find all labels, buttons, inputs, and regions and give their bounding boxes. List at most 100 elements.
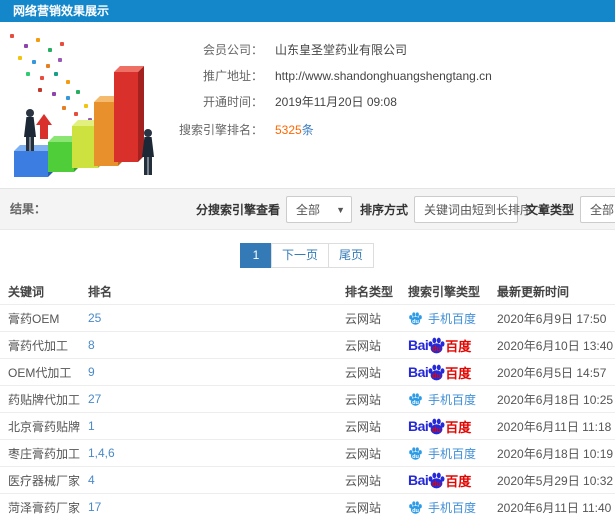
baidu-logo: Bai du 百度 [408,417,489,436]
engine-rank-row: 搜索引擎排名： 5325条 [168,120,608,140]
rank-type-cell: 云网站 [345,311,382,326]
baidu-logo: Bai du 百度 [408,363,489,382]
baidu-logo-bai: Bai [408,418,429,434]
engine-cell: Bai du 百度 [400,417,489,436]
keyword-cell: 北京膏药贴牌 [8,419,80,434]
pagination: 1 下一页 尾页 [0,243,615,268]
filter-bar: 结果： 分搜索引擎查看 全部 ▼ 排序方式 关键词由短到长排序 ▼ 文章类型 全… [0,188,615,230]
mobile-baidu-label: 手机百度 [428,500,477,515]
mobile-baidu-badge: du 手机百度 [408,310,489,327]
baidu-logo: Bai du 百度 [408,336,489,355]
baidu-logo-cn: 百度 [445,419,472,435]
engine-rank-count: 5325 [275,123,302,137]
mobile-baidu-label: 手机百度 [428,446,477,461]
svg-text:du: du [412,318,419,324]
engine-cell: du 手机百度 [400,391,489,408]
chart-bar-blue [14,151,48,177]
rank-link[interactable]: 1 [88,419,95,433]
chart-bar-red [114,72,138,162]
rank-link[interactable]: 8 [88,338,95,352]
table-row: 菏泽膏药厂家 17 云网站 du 手机百度 2020年6月11日 11:40 [0,493,615,520]
keyword-cell: 膏药代加工 [8,338,69,353]
next-page-button[interactable]: 下一页 [270,243,329,268]
rank-type-cell: 云网站 [345,500,382,515]
keyword-cell: 枣庄膏药加工 [8,446,80,461]
baidu-paw-icon: du [428,418,445,434]
update-time-cell: 2020年6月9日 17:50 [497,311,607,326]
baidu-logo-cn: 百度 [445,473,472,489]
svg-text:du: du [432,372,441,380]
businessman-figure-right [140,129,156,175]
svg-text:du: du [412,507,419,513]
svg-text:du: du [432,345,441,353]
baidu-paw-icon: du [428,364,445,380]
result-label: 结果： [10,202,47,216]
keyword-cell: 药贴牌代加工 [8,392,80,407]
col-header-rank: 排名 [88,284,113,299]
table-header-row: 关键词 排名 排名类型 搜索引擎类型 最新更新时间 [0,278,615,304]
baidu-logo-bai: Bai [408,337,429,353]
open-time-value: 2019年11月20日 09:08 [275,95,397,109]
rank-link[interactable]: 17 [88,500,101,514]
rank-link[interactable]: 27 [88,392,101,406]
article-type-value: 全部 [590,203,615,217]
businessman-figure-left [22,109,38,151]
rank-link[interactable]: 25 [88,311,101,325]
mobile-baidu-badge: du 手机百度 [408,499,489,516]
rank-link[interactable]: 1,4,6 [88,446,115,460]
rank-link[interactable]: 9 [88,365,95,379]
company-link[interactable]: 山东皇圣堂药业有限公司 [275,43,407,57]
baidu-paw-icon: du [409,392,422,405]
table-row: 枣庄膏药加工 1,4,6 云网站 du 手机百度 2020年6月18日 10:19 [0,439,615,466]
page-1-button[interactable]: 1 [239,243,272,268]
engine-cell: Bai du 百度 [400,471,489,490]
last-page-button[interactable]: 尾页 [328,243,375,268]
engine-cell: Bai du 百度 [400,336,489,355]
engine-rank-label: 搜索引擎排名： [178,123,263,137]
keyword-cell: 菏泽膏药厂家 [8,500,80,515]
baidu-paw-icon: du [428,337,445,353]
engine-cell: Bai du 百度 [400,363,489,382]
svg-text:du: du [432,426,441,434]
col-header-engine-type: 搜索引擎类型 [408,284,481,299]
keyword-cell: 医疗器械厂家 [8,473,80,488]
table-row: 北京膏药贴牌 1 云网站 Bai du 百度 2020年6月11日 11:18 [0,412,615,439]
svg-text:du: du [412,399,419,405]
table-body: 膏药OEM 25 云网站 du 手机百度 2020年6月9日 17:50 膏药代加工 8 云… [0,304,615,520]
article-type-select[interactable]: 全部 ▼ [580,196,615,223]
promo-url-label: 推广地址： [202,69,263,83]
chart-bar-green [48,142,74,172]
rank-type-cell: 云网站 [345,419,382,434]
baidu-logo: Bai du 百度 [408,471,489,490]
table-row: 膏药OEM 25 云网站 du 手机百度 2020年6月9日 17:50 [0,304,615,331]
results-table: 关键词 排名 排名类型 搜索引擎类型 最新更新时间 膏药OEM 25 云网站 du … [0,278,615,520]
engine-cell: du 手机百度 [400,499,489,516]
article-type-label: 文章类型 [526,203,575,217]
up-arrow-decoration [36,114,52,139]
col-header-keyword: 关键词 [8,284,45,299]
rank-link[interactable]: 4 [88,473,95,487]
sort-filter-select[interactable]: 关键词由短到长排序 ▼ [414,196,547,223]
mobile-baidu-label: 手机百度 [428,392,477,407]
bar-chart-illustration [2,32,172,187]
keyword-cell: OEM代加工 [8,365,72,380]
table-row: 膏药代加工 8 云网站 Bai du 百度 2020年6月10日 13:40 [0,331,615,358]
promo-url-link[interactable]: http://www.shandonghuangshengtang.cn [275,69,492,83]
col-header-update-time: 最新更新时间 [497,284,570,299]
rank-type-cell: 云网站 [345,446,382,461]
rank-type-cell: 云网站 [345,365,382,380]
engine-filter-select[interactable]: 全部 ▼ [286,196,353,223]
table-row: OEM代加工 9 云网站 Bai du 百度 2020年6月5日 14:57 [0,358,615,385]
open-time-row: 开通时间： 2019年11月20日 09:08 [168,92,608,112]
table-row: 医疗器械厂家 4 云网站 Bai du 百度 2020年5月29日 10:32 [0,466,615,493]
baidu-logo-bai: Bai [408,364,429,380]
update-time-cell: 2020年6月10日 13:40 [497,338,614,353]
engine-cell: du 手机百度 [400,445,489,462]
engine-filter-label: 分搜索引擎查看 [196,203,281,217]
rank-type-cell: 云网站 [345,392,382,407]
baidu-logo-cn: 百度 [445,338,472,354]
page-title: 网络营销效果展示 [0,0,615,22]
open-time-label: 开通时间： [202,95,263,109]
svg-text:du: du [432,480,441,488]
chevron-down-icon: ▼ [336,204,346,215]
